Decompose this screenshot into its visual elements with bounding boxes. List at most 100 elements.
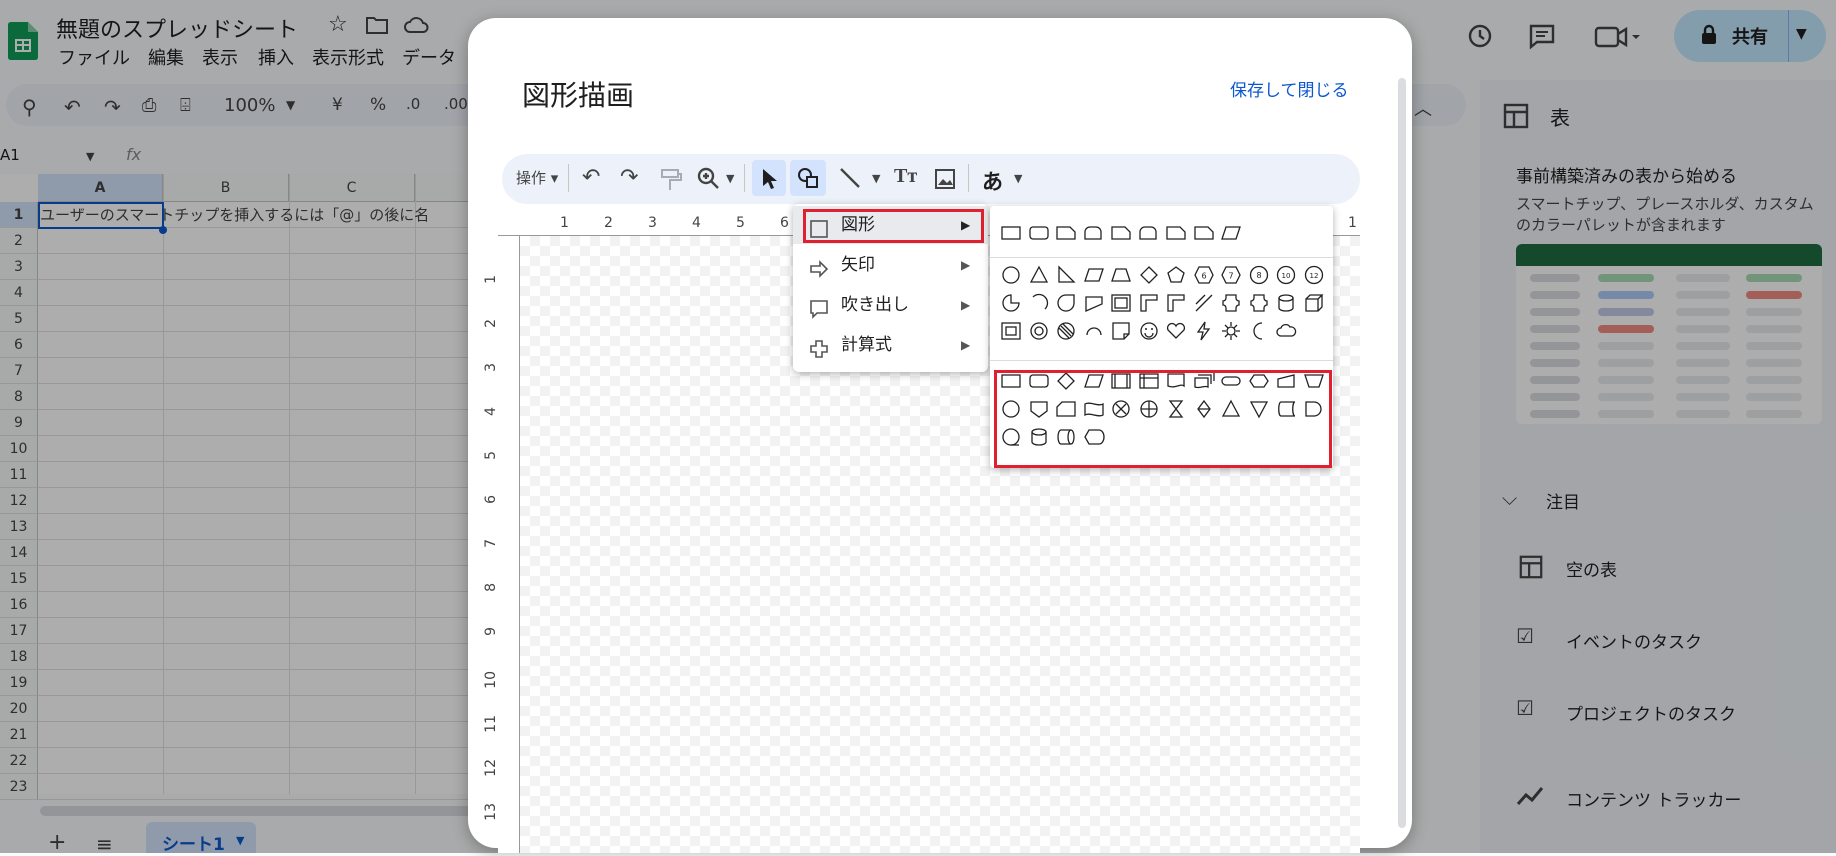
para-shape-icon[interactable] <box>1220 222 1242 244</box>
menu-item-equations[interactable]: 計算式 ▶ <box>793 326 988 364</box>
rect-shape-icon[interactable] <box>1000 222 1022 244</box>
zoom-dropdown-icon[interactable]: ▼ <box>726 172 734 185</box>
cursor-icon <box>761 168 779 190</box>
chord-shape-icon[interactable] <box>1028 292 1050 314</box>
snip-shape-icon[interactable] <box>1110 222 1132 244</box>
numbered-shape-icon[interactable]: 8 <box>1248 264 1270 286</box>
menu-separator <box>990 360 1333 361</box>
dialog-title: 図形描画 <box>522 79 635 112</box>
highlight-shapes-item <box>803 209 984 243</box>
snip-shape-icon[interactable] <box>1193 222 1215 244</box>
ruler-tick-label: 8 <box>483 583 499 592</box>
ruler-tick-label: 4 <box>692 215 701 231</box>
arc-shape-icon[interactable] <box>1083 320 1105 342</box>
numbered-shape-icon[interactable]: 6 <box>1193 264 1215 286</box>
highlight-flowchart-shapes <box>994 370 1332 468</box>
para-shape-icon[interactable] <box>1083 264 1105 286</box>
arrow-icon <box>809 255 829 278</box>
bolt-shape-icon[interactable] <box>1193 320 1215 342</box>
ruler-tick-label: 2 <box>604 215 613 231</box>
rrect-shape-icon[interactable] <box>1028 222 1050 244</box>
noSym-shape-icon[interactable] <box>1055 320 1077 342</box>
save-close-button[interactable]: 保存して閉じる <box>1230 76 1349 101</box>
text-box-icon[interactable]: Tт <box>894 165 922 193</box>
svg-text:7: 7 <box>1228 272 1233 281</box>
ruler-tick-label: 11 <box>483 715 499 733</box>
numbered-shape-icon[interactable]: 12 <box>1303 264 1325 286</box>
heart-shape-icon[interactable] <box>1165 320 1187 342</box>
corner-shape-icon[interactable] <box>1138 292 1160 314</box>
svg-text:12: 12 <box>1309 272 1318 280</box>
pie-shape-icon[interactable] <box>1000 292 1022 314</box>
fold-shape-icon[interactable] <box>1110 320 1132 342</box>
ruler-tick-label: 3 <box>483 363 499 372</box>
dia-shape-icon[interactable] <box>1138 264 1160 286</box>
pent-shape-icon[interactable] <box>1165 264 1187 286</box>
ruler-tick-label: 6 <box>780 215 789 231</box>
plaque-shape-icon[interactable] <box>1248 292 1270 314</box>
word-art-button[interactable]: あ <box>982 166 1003 196</box>
menu-item-arrows[interactable]: 矢印 ▶ <box>793 246 988 284</box>
vertical-ruler <box>498 236 520 853</box>
line-tool-icon[interactable] <box>838 166 862 190</box>
ruler-tick-label: 7 <box>483 539 499 548</box>
tri-shape-icon[interactable] <box>1028 264 1050 286</box>
round1-shape-icon[interactable] <box>1138 222 1160 244</box>
actions-menu-button[interactable]: 操作 ▾ <box>516 167 558 188</box>
corner-shape-icon[interactable] <box>1165 292 1187 314</box>
toolbar-divider <box>968 164 969 192</box>
rtri-shape-icon[interactable] <box>1055 264 1077 286</box>
ruler-tick-label: 6 <box>483 495 499 504</box>
menu-separator <box>990 257 1333 258</box>
moon-shape-icon[interactable] <box>1248 320 1270 342</box>
toolbar-divider <box>568 164 569 192</box>
trap-shape-icon[interactable] <box>1110 264 1132 286</box>
ruler-tick-label: 4 <box>483 407 499 416</box>
cyl-shape-icon[interactable] <box>1275 292 1297 314</box>
image-icon[interactable] <box>934 168 956 190</box>
svg-text:8: 8 <box>1256 271 1261 280</box>
line-dropdown-icon[interactable]: ▼ <box>872 172 880 185</box>
redo-icon[interactable]: ↷ <box>620 165 648 193</box>
undo-icon[interactable]: ↶ <box>582 165 610 193</box>
plaque-shape-icon[interactable] <box>1220 292 1242 314</box>
ruler-tick-label: 2 <box>483 319 499 328</box>
bevel-shape-icon[interactable] <box>1000 320 1022 342</box>
ruler-tick-label: 9 <box>483 627 499 636</box>
word-art-dropdown-icon[interactable]: ▼ <box>1014 172 1022 185</box>
circle-shape-icon[interactable] <box>1000 264 1022 286</box>
ruler-tick-label: 1 <box>1348 215 1357 231</box>
shape-tool-button[interactable] <box>790 160 826 196</box>
half-shape-icon[interactable] <box>1083 292 1105 314</box>
plus-icon <box>809 335 829 358</box>
snip-shape-icon[interactable] <box>1165 222 1187 244</box>
ruler-tick-label: 3 <box>648 215 657 231</box>
svg-text:10: 10 <box>1282 272 1291 280</box>
paint-format-icon[interactable] <box>660 168 682 192</box>
tear-shape-icon[interactable] <box>1055 292 1077 314</box>
cube-shape-icon[interactable] <box>1303 292 1325 314</box>
numbered-shape-icon[interactable]: 10 <box>1275 264 1297 286</box>
shapes-icon <box>796 166 820 190</box>
actions-label: 操作 <box>516 169 547 187</box>
cloud-shape-icon[interactable] <box>1275 320 1297 342</box>
round1-shape-icon[interactable] <box>1083 222 1105 244</box>
dialog-scrollbar[interactable] <box>1398 78 1406 828</box>
zoom-icon[interactable] <box>696 166 722 192</box>
svg-text:6: 6 <box>1201 272 1206 281</box>
sun-shape-icon[interactable] <box>1220 320 1242 342</box>
smile-shape-icon[interactable] <box>1138 320 1160 342</box>
ruler-tick-label: 12 <box>483 759 499 777</box>
ruler-tick-label: 13 <box>483 803 499 821</box>
ruler-tick-label: 5 <box>483 451 499 460</box>
menu-item-callouts[interactable]: 吹き出し ▶ <box>793 286 988 324</box>
ruler-tick-label: 1 <box>560 215 569 231</box>
select-tool-button[interactable] <box>752 160 786 196</box>
donut-shape-icon[interactable] <box>1028 320 1050 342</box>
frame-shape-icon[interactable] <box>1110 292 1132 314</box>
toolbar-divider <box>744 164 745 192</box>
numbered-shape-icon[interactable]: 7 <box>1220 264 1242 286</box>
snip-shape-icon[interactable] <box>1055 222 1077 244</box>
ruler-tick-label: 10 <box>483 671 499 689</box>
diag-shape-icon[interactable] <box>1193 292 1215 314</box>
